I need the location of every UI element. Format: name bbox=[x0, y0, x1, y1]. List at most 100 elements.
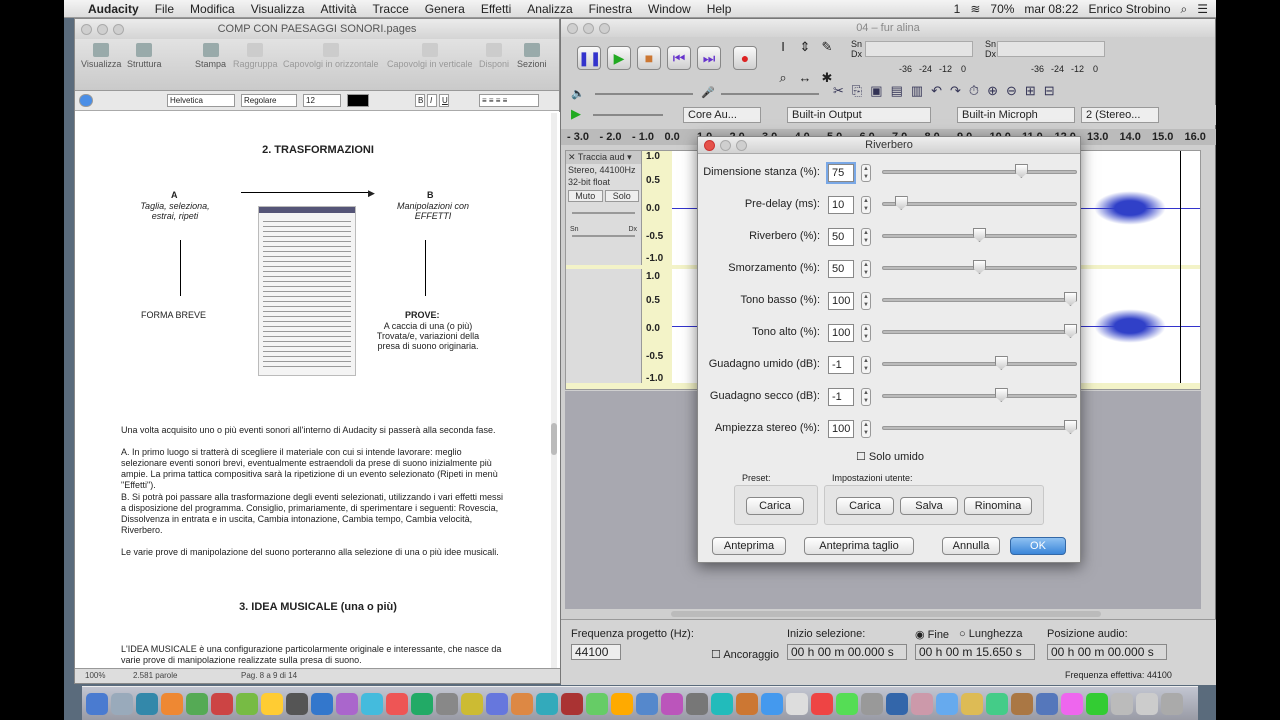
doc-scroll-thumb[interactable] bbox=[551, 423, 557, 455]
dock-app-icon[interactable] bbox=[661, 692, 683, 715]
pan-slider[interactable] bbox=[572, 235, 635, 237]
user-load-button[interactable]: Carica bbox=[836, 497, 894, 515]
param-slider-thumb[interactable] bbox=[1064, 292, 1077, 306]
param-stepper[interactable]: ▲ ▼ bbox=[861, 356, 871, 374]
dock-app-icon[interactable] bbox=[1086, 692, 1108, 715]
document-page[interactable]: 2. TRASFORMAZIONI A Taglia, seleziona, e… bbox=[75, 112, 561, 668]
param-slider[interactable] bbox=[882, 394, 1077, 398]
clock[interactable]: mar 08:22 bbox=[1024, 2, 1078, 16]
alignment-buttons[interactable]: ≡ ≡ ≡ ≡ bbox=[479, 94, 539, 107]
wet-only-checkbox[interactable]: ☐ Solo umido bbox=[856, 450, 924, 463]
menu-file[interactable]: File bbox=[147, 2, 182, 16]
dock-app-icon[interactable] bbox=[886, 692, 908, 715]
menu-tracce[interactable]: Tracce bbox=[365, 2, 417, 16]
param-value-input[interactable]: 100 bbox=[828, 292, 854, 310]
ok-button[interactable]: OK bbox=[1010, 537, 1066, 555]
badge-count[interactable]: 1 bbox=[954, 2, 961, 16]
menu-app-name[interactable]: Audacity bbox=[80, 2, 147, 16]
zoom-level[interactable]: 100% bbox=[85, 669, 105, 683]
toolbar-disponi[interactable]: Disponi bbox=[479, 43, 509, 69]
menu-attivita[interactable]: Attività bbox=[313, 2, 365, 16]
preset-load-button[interactable]: Carica bbox=[746, 497, 804, 515]
param-stepper[interactable]: ▲ ▼ bbox=[861, 228, 871, 246]
dock-app-icon[interactable] bbox=[586, 692, 608, 715]
record-meter[interactable] bbox=[997, 41, 1105, 57]
close-icon[interactable] bbox=[704, 140, 715, 151]
length-radio[interactable]: ○ Lunghezza bbox=[959, 628, 1023, 640]
end-radio[interactable]: ◉ Fine bbox=[915, 628, 949, 641]
param-slider[interactable] bbox=[882, 298, 1077, 302]
output-device-select[interactable]: Built-in Output bbox=[787, 107, 931, 123]
dock-app-icon[interactable] bbox=[411, 692, 433, 715]
close-icon[interactable] bbox=[567, 23, 578, 34]
mute-button[interactable]: Muto bbox=[568, 190, 603, 202]
dock-app-icon[interactable] bbox=[286, 692, 308, 715]
dock-app-icon[interactable] bbox=[986, 692, 1008, 715]
param-value-input[interactable]: 100 bbox=[828, 324, 854, 342]
playback-volume-slider[interactable] bbox=[595, 93, 693, 95]
font-family-select[interactable]: Helvetica bbox=[167, 94, 235, 107]
param-slider-thumb[interactable] bbox=[973, 260, 986, 274]
dock-app-icon[interactable] bbox=[936, 692, 958, 715]
user-save-button[interactable]: Salva bbox=[900, 497, 958, 515]
dock-app-icon[interactable] bbox=[111, 692, 133, 715]
param-stepper[interactable]: ▲ ▼ bbox=[861, 164, 871, 182]
dock-app-icon[interactable] bbox=[136, 692, 158, 715]
toolbar-stampa[interactable]: Stampa bbox=[195, 43, 226, 69]
dock-app-icon[interactable] bbox=[361, 692, 383, 715]
dock-app-icon[interactable] bbox=[911, 692, 933, 715]
dock-app-icon[interactable] bbox=[611, 692, 633, 715]
user-name[interactable]: Enrico Strobino bbox=[1088, 2, 1170, 16]
dock-app-icon[interactable] bbox=[511, 692, 533, 715]
stop-button[interactable]: ■ bbox=[637, 46, 661, 70]
toolbar-sezioni[interactable]: Sezioni bbox=[517, 43, 547, 69]
zoom-icon[interactable] bbox=[113, 24, 124, 35]
play-button[interactable]: ▶ bbox=[607, 46, 631, 70]
gain-slider[interactable] bbox=[572, 212, 635, 214]
dock-app-icon[interactable] bbox=[1011, 692, 1033, 715]
input-device-select[interactable]: Built-in Microph bbox=[957, 107, 1075, 123]
audio-host-select[interactable]: Core Au... bbox=[683, 107, 761, 123]
italic-button[interactable]: I bbox=[427, 94, 437, 107]
param-value-input[interactable]: 10 bbox=[828, 196, 854, 214]
solo-button[interactable]: Solo bbox=[604, 190, 639, 202]
dock-app-icon[interactable] bbox=[336, 692, 358, 715]
param-slider[interactable] bbox=[882, 170, 1077, 174]
dock-app-icon[interactable] bbox=[211, 692, 233, 715]
font-style-select[interactable]: Regolare bbox=[241, 94, 297, 107]
input-channels-select[interactable]: 2 (Stereo... bbox=[1081, 107, 1159, 123]
edit-toolbar[interactable]: ✂⎘▣▤▥↶↷⏱⊕⊖⊞⊟ bbox=[833, 83, 1213, 103]
dock-app-icon[interactable] bbox=[786, 692, 808, 715]
cancel-button[interactable]: Annulla bbox=[942, 537, 1000, 555]
dock-app-icon[interactable] bbox=[386, 692, 408, 715]
skip-start-button[interactable]: ⏮ bbox=[667, 46, 691, 70]
minimize-icon[interactable] bbox=[583, 23, 594, 34]
param-slider[interactable] bbox=[882, 202, 1077, 206]
draw-tool-icon[interactable]: ✎ bbox=[817, 39, 837, 68]
menu-effetti[interactable]: Effetti bbox=[473, 2, 519, 16]
underline-button[interactable]: U bbox=[439, 94, 449, 107]
notification-list-icon[interactable]: ☰ bbox=[1197, 2, 1208, 16]
dock-app-icon[interactable] bbox=[1111, 692, 1133, 715]
preview-button[interactable]: Anteprima bbox=[712, 537, 786, 555]
dock-app-icon[interactable] bbox=[836, 692, 858, 715]
param-stepper[interactable]: ▲ ▼ bbox=[861, 196, 871, 214]
font-size-select[interactable]: 12 bbox=[303, 94, 341, 107]
play-speed-slider[interactable] bbox=[593, 114, 663, 116]
param-slider-thumb[interactable] bbox=[994, 388, 1008, 402]
battery-label[interactable]: 70% bbox=[990, 2, 1014, 16]
param-value-input[interactable]: 75 bbox=[826, 162, 856, 184]
dock-app-icon[interactable] bbox=[436, 692, 458, 715]
dock-app-icon[interactable] bbox=[161, 692, 183, 715]
user-rename-button[interactable]: Rinomina bbox=[964, 497, 1032, 515]
bold-button[interactable]: B bbox=[415, 94, 425, 107]
param-slider-thumb[interactable] bbox=[973, 228, 986, 242]
pause-button[interactable]: ❚❚ bbox=[577, 46, 601, 70]
dock-app-icon[interactable] bbox=[461, 692, 483, 715]
dock-app-icon[interactable] bbox=[686, 692, 708, 715]
dock-app-icon[interactable] bbox=[811, 692, 833, 715]
text-color-swatch[interactable] bbox=[347, 94, 369, 107]
menu-genera[interactable]: Genera bbox=[417, 2, 473, 16]
project-rate-input[interactable]: 44100 bbox=[571, 644, 621, 660]
horizontal-scrollbar[interactable] bbox=[671, 611, 1101, 617]
